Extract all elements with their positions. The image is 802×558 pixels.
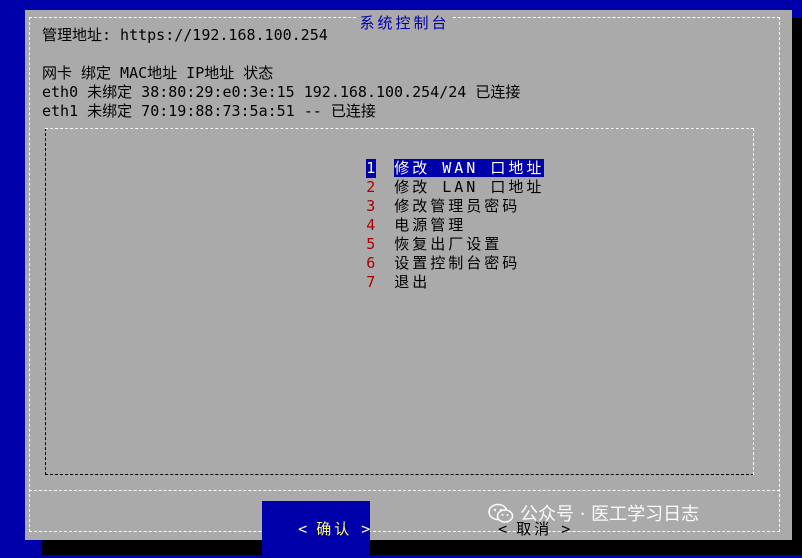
confirm-bracket-right: >: [361, 520, 371, 538]
confirm-bracket-left: <: [298, 520, 308, 538]
nic-row-eth1: eth1 未绑定 70:19:88:73:5a:51 -- 已连接: [42, 102, 376, 120]
dialog-shadow-bottom: [42, 540, 802, 555]
dialog-title: 系统控制台: [357, 14, 452, 32]
confirm-label: 确认: [316, 520, 353, 538]
menu-item-number: 7: [366, 273, 376, 291]
management-address: 管理地址: https://192.168.100.254: [42, 26, 328, 44]
nic-table-header: 网卡 绑定 MAC地址 IP地址 状态: [42, 64, 274, 82]
watermark: 公众号 · 医工学习日志: [488, 500, 699, 526]
confirm-button[interactable]: < 确认 >: [262, 501, 371, 558]
wechat-icon: [488, 503, 514, 523]
nic-row-eth0: eth0 未绑定 38:80:29:e0:3e:15 192.168.100.2…: [42, 83, 521, 101]
menu-item-label: 退出: [394, 273, 431, 291]
button-separator: [29, 490, 780, 491]
dialog-shadow-right: [792, 18, 802, 555]
menu-list: 1 修改 WAN 口地址 2 修改 LAN 口地址 3 修改管理员密码 4 电源管理 5…: [45, 128, 754, 475]
console-dialog: 系统控制台 管理地址: https://192.168.100.254 网卡 绑…: [25, 10, 792, 558]
watermark-text: 公众号 · 医工学习日志: [520, 504, 700, 525]
menu-item-7[interactable]: 7 退出: [312, 254, 430, 311]
